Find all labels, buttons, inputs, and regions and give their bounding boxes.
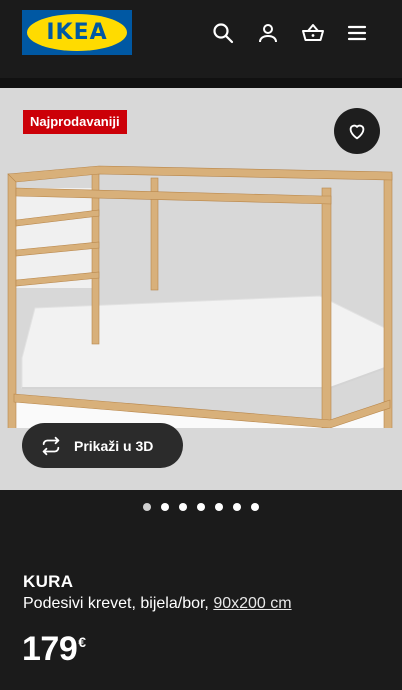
product-price: 179€	[22, 630, 86, 669]
carousel-dot[interactable]	[215, 503, 223, 511]
favorite-button[interactable]	[334, 108, 380, 154]
view-3d-button[interactable]: Prikaži u 3D	[22, 423, 183, 468]
carousel-dot[interactable]	[251, 503, 259, 511]
top-header: IKEA	[0, 0, 402, 78]
carousel-dot[interactable]	[233, 503, 241, 511]
logo-oval: IKEA	[27, 14, 127, 51]
carousel-dot[interactable]	[179, 503, 187, 511]
carousel-dot[interactable]	[161, 503, 169, 511]
logo-text: IKEA	[46, 20, 108, 45]
bestseller-badge: Najprodavaniji	[23, 110, 127, 134]
menu-icon[interactable]	[345, 21, 369, 45]
view-3d-label: Prikaži u 3D	[74, 437, 154, 454]
user-icon[interactable]	[256, 21, 280, 45]
product-size-link[interactable]: 90x200 cm	[213, 595, 291, 612]
basket-icon[interactable]	[301, 21, 325, 45]
carousel-indicator[interactable]	[0, 503, 402, 513]
carousel-dot[interactable]	[143, 503, 151, 511]
carousel-dot[interactable]	[197, 503, 205, 511]
bed-image	[7, 165, 393, 428]
product-name: KURA	[23, 572, 74, 591]
product-description: Podesivi krevet, bijela/bor, 90x200 cm	[23, 595, 292, 613]
rotate-3d-icon	[42, 436, 60, 455]
header-divider	[0, 78, 402, 88]
product-desc-text: Podesivi krevet, bijela/bor,	[23, 595, 214, 612]
ikea-logo[interactable]: IKEA	[22, 10, 132, 55]
price-currency: €	[78, 634, 86, 650]
price-value: 179	[22, 630, 78, 668]
search-icon[interactable]	[211, 21, 235, 45]
product-image-carousel[interactable]: Najprodavaniji Prikaži u 3D	[0, 88, 402, 490]
heart-icon	[349, 124, 365, 140]
